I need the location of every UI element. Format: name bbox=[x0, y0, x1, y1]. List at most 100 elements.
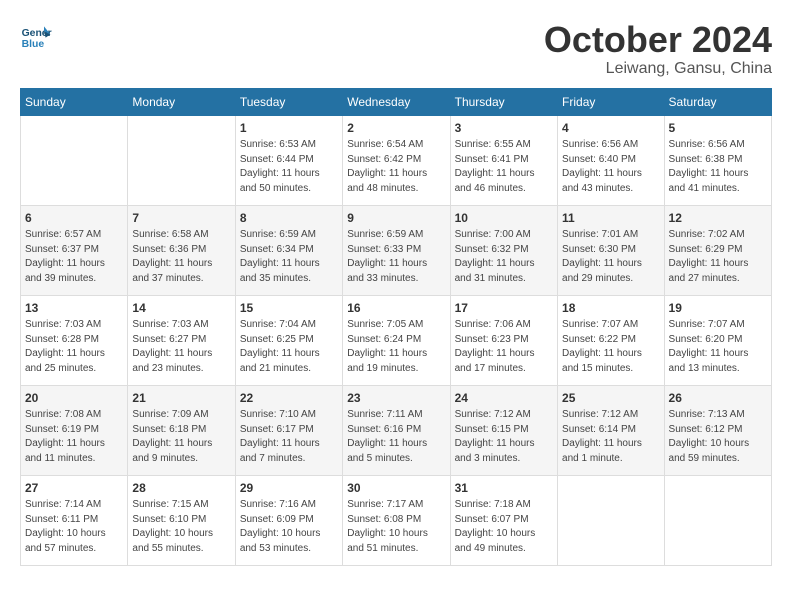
day-number: 16 bbox=[347, 300, 445, 317]
location: Leiwang, Gansu, China bbox=[544, 60, 772, 78]
logo: General Blue bbox=[20, 20, 52, 52]
day-number: 18 bbox=[562, 300, 660, 317]
calendar-cell: 23Sunrise: 7:11 AM Sunset: 6:16 PM Dayli… bbox=[343, 385, 450, 475]
day-info: Sunrise: 7:08 AM Sunset: 6:19 PM Dayligh… bbox=[25, 408, 123, 466]
day-info: Sunrise: 7:00 AM Sunset: 6:32 PM Dayligh… bbox=[455, 228, 553, 286]
day-info: Sunrise: 7:03 AM Sunset: 6:28 PM Dayligh… bbox=[25, 318, 123, 376]
calendar-cell: 31Sunrise: 7:18 AM Sunset: 6:07 PM Dayli… bbox=[450, 475, 557, 565]
calendar-cell: 25Sunrise: 7:12 AM Sunset: 6:14 PM Dayli… bbox=[558, 385, 665, 475]
calendar-cell bbox=[21, 115, 128, 205]
calendar-cell: 9Sunrise: 6:59 AM Sunset: 6:33 PM Daylig… bbox=[343, 205, 450, 295]
calendar-table: SundayMondayTuesdayWednesdayThursdayFrid… bbox=[20, 88, 772, 566]
day-info: Sunrise: 7:03 AM Sunset: 6:27 PM Dayligh… bbox=[132, 318, 230, 376]
weekday-header: Thursday bbox=[450, 88, 557, 115]
day-info: Sunrise: 7:09 AM Sunset: 6:18 PM Dayligh… bbox=[132, 408, 230, 466]
day-info: Sunrise: 7:11 AM Sunset: 6:16 PM Dayligh… bbox=[347, 408, 445, 466]
day-number: 14 bbox=[132, 300, 230, 317]
day-info: Sunrise: 7:12 AM Sunset: 6:15 PM Dayligh… bbox=[455, 408, 553, 466]
weekday-header: Sunday bbox=[21, 88, 128, 115]
day-number: 25 bbox=[562, 390, 660, 407]
logo-icon: General Blue bbox=[20, 20, 52, 52]
day-number: 22 bbox=[240, 390, 338, 407]
calendar-cell: 18Sunrise: 7:07 AM Sunset: 6:22 PM Dayli… bbox=[558, 295, 665, 385]
day-number: 1 bbox=[240, 120, 338, 137]
calendar-week-row: 20Sunrise: 7:08 AM Sunset: 6:19 PM Dayli… bbox=[21, 385, 772, 475]
page-header: General Blue October 2024 Leiwang, Gansu… bbox=[20, 20, 772, 78]
day-info: Sunrise: 7:10 AM Sunset: 6:17 PM Dayligh… bbox=[240, 408, 338, 466]
calendar-week-row: 6Sunrise: 6:57 AM Sunset: 6:37 PM Daylig… bbox=[21, 205, 772, 295]
day-info: Sunrise: 6:59 AM Sunset: 6:33 PM Dayligh… bbox=[347, 228, 445, 286]
day-number: 29 bbox=[240, 480, 338, 497]
day-info: Sunrise: 6:59 AM Sunset: 6:34 PM Dayligh… bbox=[240, 228, 338, 286]
weekday-header-row: SundayMondayTuesdayWednesdayThursdayFrid… bbox=[21, 88, 772, 115]
calendar-cell: 28Sunrise: 7:15 AM Sunset: 6:10 PM Dayli… bbox=[128, 475, 235, 565]
weekday-header: Saturday bbox=[664, 88, 771, 115]
day-info: Sunrise: 7:14 AM Sunset: 6:11 PM Dayligh… bbox=[25, 498, 123, 556]
day-number: 31 bbox=[455, 480, 553, 497]
day-number: 3 bbox=[455, 120, 553, 137]
calendar-cell: 12Sunrise: 7:02 AM Sunset: 6:29 PM Dayli… bbox=[664, 205, 771, 295]
day-info: Sunrise: 7:02 AM Sunset: 6:29 PM Dayligh… bbox=[669, 228, 767, 286]
calendar-cell: 24Sunrise: 7:12 AM Sunset: 6:15 PM Dayli… bbox=[450, 385, 557, 475]
day-number: 4 bbox=[562, 120, 660, 137]
day-number: 13 bbox=[25, 300, 123, 317]
day-info: Sunrise: 7:05 AM Sunset: 6:24 PM Dayligh… bbox=[347, 318, 445, 376]
day-number: 19 bbox=[669, 300, 767, 317]
title-block: October 2024 Leiwang, Gansu, China bbox=[544, 20, 772, 78]
calendar-cell: 3Sunrise: 6:55 AM Sunset: 6:41 PM Daylig… bbox=[450, 115, 557, 205]
day-info: Sunrise: 7:16 AM Sunset: 6:09 PM Dayligh… bbox=[240, 498, 338, 556]
calendar-cell: 8Sunrise: 6:59 AM Sunset: 6:34 PM Daylig… bbox=[235, 205, 342, 295]
calendar-cell: 29Sunrise: 7:16 AM Sunset: 6:09 PM Dayli… bbox=[235, 475, 342, 565]
calendar-cell: 16Sunrise: 7:05 AM Sunset: 6:24 PM Dayli… bbox=[343, 295, 450, 385]
day-info: Sunrise: 6:53 AM Sunset: 6:44 PM Dayligh… bbox=[240, 138, 338, 196]
day-number: 11 bbox=[562, 210, 660, 227]
calendar-cell: 27Sunrise: 7:14 AM Sunset: 6:11 PM Dayli… bbox=[21, 475, 128, 565]
calendar-cell: 2Sunrise: 6:54 AM Sunset: 6:42 PM Daylig… bbox=[343, 115, 450, 205]
day-number: 12 bbox=[669, 210, 767, 227]
calendar-cell: 1Sunrise: 6:53 AM Sunset: 6:44 PM Daylig… bbox=[235, 115, 342, 205]
calendar-cell: 15Sunrise: 7:04 AM Sunset: 6:25 PM Dayli… bbox=[235, 295, 342, 385]
day-info: Sunrise: 7:15 AM Sunset: 6:10 PM Dayligh… bbox=[132, 498, 230, 556]
day-info: Sunrise: 7:17 AM Sunset: 6:08 PM Dayligh… bbox=[347, 498, 445, 556]
day-info: Sunrise: 7:07 AM Sunset: 6:22 PM Dayligh… bbox=[562, 318, 660, 376]
day-number: 24 bbox=[455, 390, 553, 407]
day-info: Sunrise: 6:58 AM Sunset: 6:36 PM Dayligh… bbox=[132, 228, 230, 286]
day-info: Sunrise: 7:01 AM Sunset: 6:30 PM Dayligh… bbox=[562, 228, 660, 286]
calendar-cell: 11Sunrise: 7:01 AM Sunset: 6:30 PM Dayli… bbox=[558, 205, 665, 295]
day-number: 6 bbox=[25, 210, 123, 227]
calendar-cell: 30Sunrise: 7:17 AM Sunset: 6:08 PM Dayli… bbox=[343, 475, 450, 565]
day-number: 9 bbox=[347, 210, 445, 227]
day-number: 2 bbox=[347, 120, 445, 137]
day-number: 20 bbox=[25, 390, 123, 407]
day-number: 21 bbox=[132, 390, 230, 407]
day-number: 8 bbox=[240, 210, 338, 227]
weekday-header: Friday bbox=[558, 88, 665, 115]
calendar-cell: 5Sunrise: 6:56 AM Sunset: 6:38 PM Daylig… bbox=[664, 115, 771, 205]
calendar-week-row: 1Sunrise: 6:53 AM Sunset: 6:44 PM Daylig… bbox=[21, 115, 772, 205]
weekday-header: Monday bbox=[128, 88, 235, 115]
day-number: 26 bbox=[669, 390, 767, 407]
day-number: 23 bbox=[347, 390, 445, 407]
calendar-cell bbox=[664, 475, 771, 565]
calendar-cell: 4Sunrise: 6:56 AM Sunset: 6:40 PM Daylig… bbox=[558, 115, 665, 205]
day-info: Sunrise: 6:55 AM Sunset: 6:41 PM Dayligh… bbox=[455, 138, 553, 196]
calendar-cell: 21Sunrise: 7:09 AM Sunset: 6:18 PM Dayli… bbox=[128, 385, 235, 475]
weekday-header: Tuesday bbox=[235, 88, 342, 115]
calendar-cell bbox=[558, 475, 665, 565]
calendar-cell: 17Sunrise: 7:06 AM Sunset: 6:23 PM Dayli… bbox=[450, 295, 557, 385]
calendar-cell: 7Sunrise: 6:58 AM Sunset: 6:36 PM Daylig… bbox=[128, 205, 235, 295]
day-info: Sunrise: 6:54 AM Sunset: 6:42 PM Dayligh… bbox=[347, 138, 445, 196]
day-info: Sunrise: 6:57 AM Sunset: 6:37 PM Dayligh… bbox=[25, 228, 123, 286]
calendar-cell: 10Sunrise: 7:00 AM Sunset: 6:32 PM Dayli… bbox=[450, 205, 557, 295]
day-number: 30 bbox=[347, 480, 445, 497]
svg-text:Blue: Blue bbox=[22, 39, 45, 50]
day-info: Sunrise: 7:07 AM Sunset: 6:20 PM Dayligh… bbox=[669, 318, 767, 376]
calendar-week-row: 27Sunrise: 7:14 AM Sunset: 6:11 PM Dayli… bbox=[21, 475, 772, 565]
calendar-cell: 26Sunrise: 7:13 AM Sunset: 6:12 PM Dayli… bbox=[664, 385, 771, 475]
calendar-cell: 22Sunrise: 7:10 AM Sunset: 6:17 PM Dayli… bbox=[235, 385, 342, 475]
calendar-cell: 13Sunrise: 7:03 AM Sunset: 6:28 PM Dayli… bbox=[21, 295, 128, 385]
day-info: Sunrise: 7:13 AM Sunset: 6:12 PM Dayligh… bbox=[669, 408, 767, 466]
calendar-cell: 19Sunrise: 7:07 AM Sunset: 6:20 PM Dayli… bbox=[664, 295, 771, 385]
calendar-cell: 6Sunrise: 6:57 AM Sunset: 6:37 PM Daylig… bbox=[21, 205, 128, 295]
day-number: 15 bbox=[240, 300, 338, 317]
